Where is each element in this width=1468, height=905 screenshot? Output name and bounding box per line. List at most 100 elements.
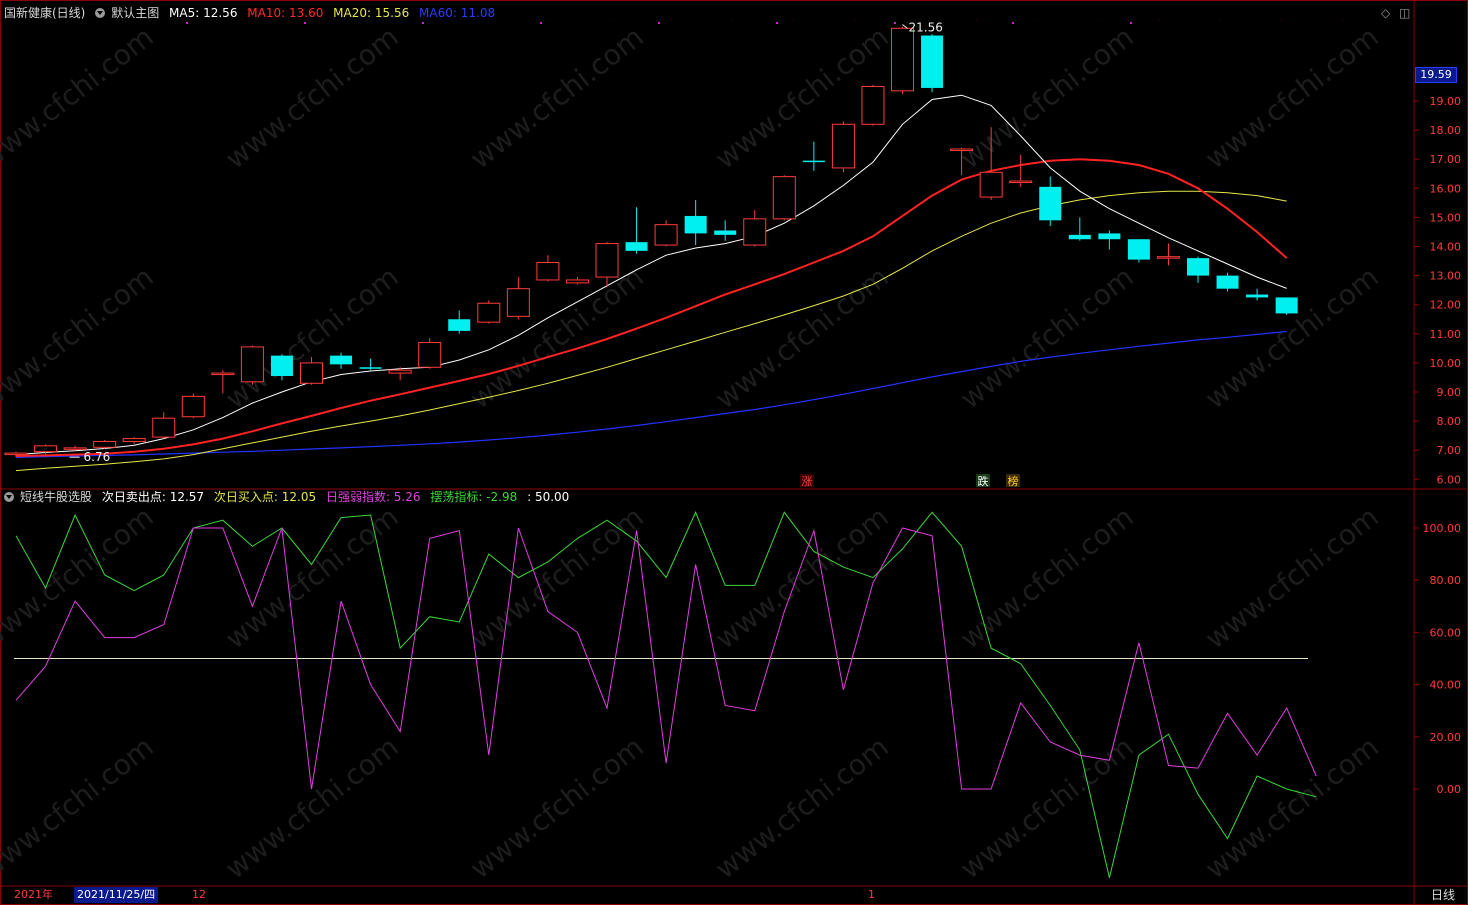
watermark-text: www.cfchi.com <box>0 260 160 415</box>
candle <box>240 345 264 385</box>
marker-dot <box>776 22 778 24</box>
watermark-text: www.cfchi.com <box>709 500 895 655</box>
price-tick-label: 12.00 <box>1430 299 1462 312</box>
candle-body <box>240 346 264 383</box>
candle-body <box>1216 275 1239 289</box>
candlestick-series[interactable] <box>4 26 1298 458</box>
price-tick-label: 6.00 <box>1437 473 1462 486</box>
candle-body <box>714 230 737 235</box>
candle-body <box>93 440 117 448</box>
timeline-month-1: 1 <box>868 888 875 901</box>
candle-body <box>122 438 146 442</box>
indicator-name[interactable]: 短线牛股选股 <box>20 490 92 504</box>
candle-body <box>921 35 944 88</box>
candle <box>181 393 205 419</box>
stock-name[interactable]: 国新健康(日线) <box>4 6 85 20</box>
candle <box>1187 256 1209 283</box>
period-selector[interactable]: 日线 <box>1418 886 1468 904</box>
price-tick-label: 18.00 <box>1430 124 1462 137</box>
candle <box>1156 243 1180 266</box>
candle-body <box>772 176 796 220</box>
ma60-line <box>15 330 1287 459</box>
marker-dot <box>540 22 542 24</box>
candle-body <box>4 452 28 456</box>
candle <box>1068 217 1091 241</box>
reference-label: : 50.00 <box>527 490 570 504</box>
watermark-text: www.cfchi.com <box>954 260 1140 415</box>
candle-body <box>270 355 293 376</box>
candle <box>1009 154 1033 187</box>
candle <box>684 199 707 246</box>
watermark-text: www.cfchi.com <box>0 730 160 885</box>
indicator-lines <box>14 511 1317 878</box>
candle-body <box>1039 186 1062 221</box>
stock-chart[interactable]: www.cfchi.com www.cfchi.com www.cfchi.com w… <box>0 0 1468 905</box>
candle-body <box>1127 239 1150 260</box>
watermark-text: www.cfchi.com <box>464 730 650 885</box>
candle <box>714 220 737 241</box>
marker-dot <box>894 22 896 24</box>
dropdown-icon[interactable] <box>95 8 106 18</box>
price-tick-label: 16.00 <box>1430 182 1462 195</box>
indicator-tick-label: 80.00 <box>1430 574 1462 587</box>
candle <box>802 141 825 171</box>
candle <box>654 220 678 247</box>
price-tick-label: 17.00 <box>1430 153 1462 166</box>
timeline-month-12: 12 <box>192 888 206 901</box>
candle-body <box>891 27 914 92</box>
indicator-tick-label: 20.00 <box>1430 731 1462 744</box>
candle-body <box>506 288 530 317</box>
candle-body <box>359 367 382 369</box>
timeline-cursor-date: 2021/11/25/四 <box>74 887 159 903</box>
candle-body <box>802 160 825 163</box>
window-restore-icon[interactable]: ◫ <box>1399 6 1410 20</box>
marker-dot <box>658 22 660 24</box>
candle <box>1216 272 1239 292</box>
indicator-header: 短线牛股选股 次日卖出点: 12.57 次日买入点: 12.05 日强弱指数: … <box>4 487 575 507</box>
watermark-text: www.cfchi.com <box>464 500 650 655</box>
candle <box>772 175 796 221</box>
candle <box>330 352 353 369</box>
watermark-text: www.cfchi.com <box>219 20 405 175</box>
candle-body <box>950 148 974 152</box>
candle-body <box>1068 234 1091 240</box>
candle-body <box>565 279 589 284</box>
ma20-line <box>15 190 1287 472</box>
candle <box>536 255 560 282</box>
ma20-label: MA20: 15.56 <box>333 6 410 20</box>
candle-body <box>63 447 87 450</box>
diamond-icon[interactable]: ◇ <box>1381 6 1390 20</box>
price-tick-label: 7.00 <box>1437 444 1462 457</box>
watermark-text: www.cfchi.com <box>709 260 895 415</box>
marker-dot <box>1130 22 1132 24</box>
candle <box>506 277 530 320</box>
watermark-text: www.cfchi.com <box>219 260 405 415</box>
candle <box>93 440 117 449</box>
marker-dot <box>1012 22 1014 24</box>
candle-body <box>654 224 678 246</box>
candle-body <box>448 319 471 331</box>
candle-body <box>684 215 707 234</box>
price-tick-label: 19.00 <box>1430 95 1462 108</box>
candle-body <box>34 445 58 453</box>
candle-body <box>979 171 1003 198</box>
watermark-text: www.cfchi.com <box>1199 20 1385 175</box>
sell-point-label: 次日卖出点: 12.57 <box>101 490 205 504</box>
bang-tag: 榜 <box>1008 474 1019 488</box>
swing-index-line <box>15 511 1317 878</box>
low-price-label: 6.76 <box>84 450 111 464</box>
watermark-text: www.cfchi.com <box>1199 730 1385 885</box>
candle-body <box>595 243 619 278</box>
price-tick-label: 10.00 <box>1430 357 1462 370</box>
price-tick-label: 8.00 <box>1437 415 1462 428</box>
template-name[interactable]: 默认主图 <box>111 6 159 20</box>
candle-body <box>211 372 235 376</box>
candle-body <box>300 362 323 384</box>
dropdown-icon[interactable] <box>4 492 14 502</box>
candle <box>359 358 382 371</box>
candle <box>122 437 146 444</box>
candle <box>152 412 176 439</box>
high-price-label: 21.56 <box>909 21 943 35</box>
candle-body <box>152 417 176 438</box>
zhang-tag: 涨 <box>802 475 813 488</box>
